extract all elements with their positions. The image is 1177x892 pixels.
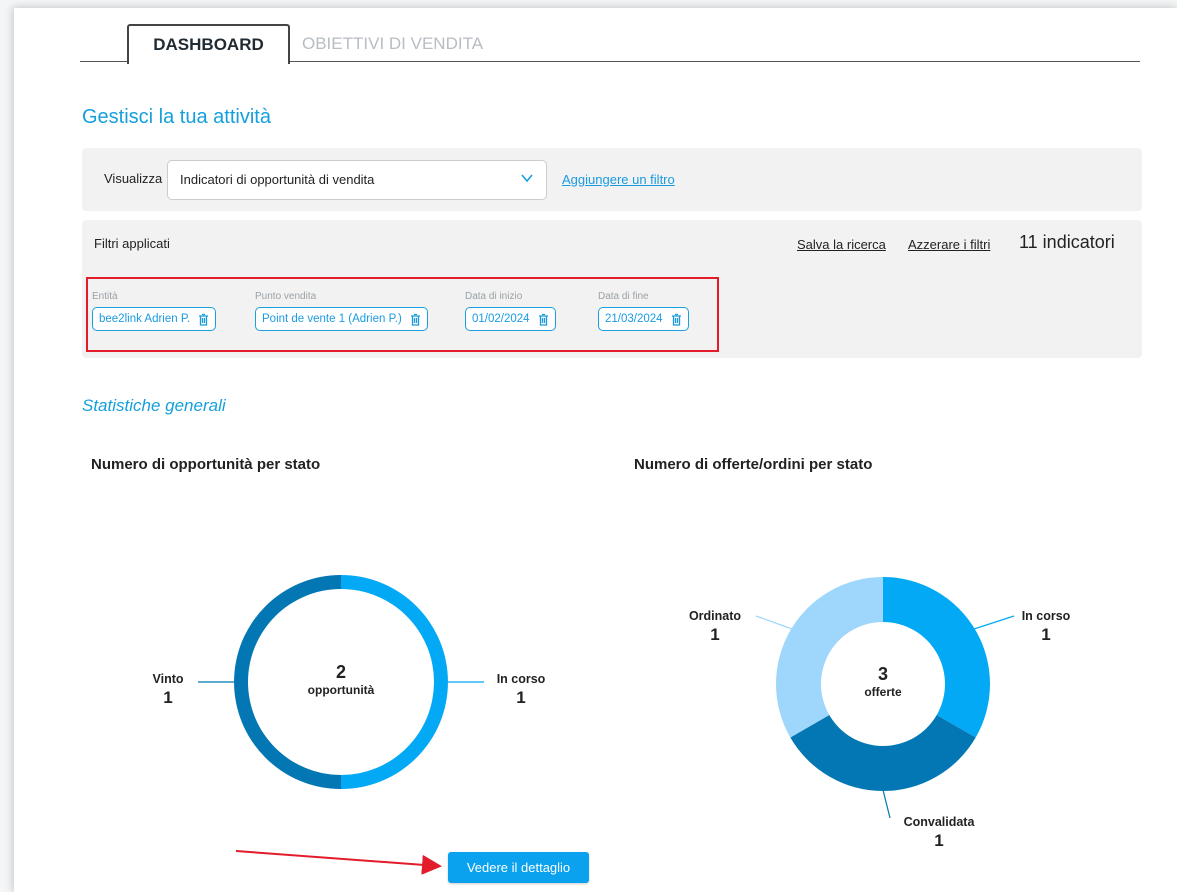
donut-center-value: 3 (878, 664, 888, 684)
filter-chip-value: 21/03/2024 (605, 313, 663, 325)
filter-store: Punto vendita Point de vente 1 (Adrien P… (255, 291, 428, 331)
donut-slice (790, 715, 976, 791)
save-search-link[interactable]: Salva la ricerca (797, 237, 886, 252)
indicator-count: 11 indicatori (1019, 232, 1115, 252)
indicator-select[interactable]: Indicatori di opportunità di vendita (167, 160, 547, 200)
chevron-down-icon (521, 174, 533, 183)
opportunities-donut-chart: In corso 1 Vinto 1 2opportunità (152, 575, 546, 789)
slice-value: 1 (1041, 625, 1050, 644)
donut-slice (341, 575, 448, 789)
slice-value: 1 (934, 831, 943, 850)
trash-icon[interactable] (671, 313, 682, 326)
filter-chip-store[interactable]: Point de vente 1 (Adrien P.) (255, 307, 428, 331)
reset-filters-link[interactable]: Azzerare i filtri (908, 237, 990, 252)
tab-dashboard[interactable]: DASHBOARD (127, 24, 290, 64)
slice-label: In corso (497, 672, 546, 686)
slice-value: 1 (516, 688, 525, 707)
filter-chip-value: bee2link Adrien P. (99, 313, 191, 325)
offers-donut-chart: In corso 1 Convalidata 1 Ordinato 1 3offerte (689, 577, 1071, 850)
filter-chip-value: Point de vente 1 (Adrien P.) (262, 313, 402, 325)
chart-title-offers: Numero di offerte/ordini per stato (634, 456, 873, 473)
view-detail-button[interactable]: Vedere il dettaglio (448, 852, 589, 883)
filter-end-date-label: Data di fine (598, 291, 649, 302)
filter-chip-end-date[interactable]: 21/03/2024 (598, 307, 689, 331)
trash-icon[interactable] (198, 313, 209, 326)
filter-entity: Entità bee2link Adrien P. (92, 291, 217, 331)
applied-filters-title: Filtri applicati (94, 236, 170, 251)
slice-label: Ordinato (689, 609, 741, 623)
filter-end-date: Data di fine 21/03/2024 (598, 291, 689, 331)
slice-label: In corso (1022, 609, 1071, 623)
donut-slice (883, 577, 990, 738)
slice-leader-line (973, 615, 1015, 630)
donut-slice (234, 575, 341, 789)
applied-filter-chips: Entità bee2link Adrien P. Punto vendita … (86, 277, 719, 352)
filter-store-label: Punto vendita (255, 291, 317, 302)
app-frame: DASHBOARD OBIETTIVI DI VENDITA Gestisci … (14, 8, 1177, 892)
donut-center-value: 2 (336, 662, 346, 682)
slice-value: 1 (710, 625, 719, 644)
trash-icon[interactable] (538, 313, 549, 326)
filter-start-date: Data di inizio 01/02/2024 (465, 291, 556, 331)
filter-chip-entity[interactable]: bee2link Adrien P. (92, 307, 217, 331)
applied-filters-panel: Filtri applicati Salva la ricerca Azzera… (82, 220, 1142, 358)
slice-label: Convalidata (904, 815, 976, 829)
donut-center-label: opportunità (308, 683, 375, 697)
tab-bar: DASHBOARD OBIETTIVI DI VENDITA (80, 20, 1140, 64)
filter-chip-value: 01/02/2024 (472, 313, 530, 325)
donut-center-label: offerte (864, 685, 902, 699)
tab-sales-objectives[interactable]: OBIETTIVI DI VENDITA (302, 24, 532, 63)
slice-value: 1 (163, 688, 172, 707)
slice-label: Vinto (152, 672, 183, 686)
chart-title-opportunities: Numero di opportunità per stato (91, 456, 321, 473)
slice-leader-line (755, 615, 793, 630)
filter-start-date-label: Data di inizio (465, 291, 523, 302)
add-filter-link[interactable]: Aggiungere un filtro (562, 172, 675, 187)
filter-chip-start-date[interactable]: 01/02/2024 (465, 307, 556, 331)
view-label: Visualizza (104, 171, 163, 186)
donut-slice (776, 577, 883, 738)
page-title: Gestisci la tua attività (82, 106, 271, 128)
section-title: Statistiche generali (82, 396, 226, 415)
filter-entity-label: Entità (92, 291, 118, 302)
trash-icon[interactable] (410, 313, 421, 326)
slice-leader-line (882, 789, 891, 819)
view-bar: Visualizza Indicatori di opportunità di … (82, 148, 1142, 211)
indicator-select-value: Indicatori di opportunità di vendita (180, 172, 375, 187)
